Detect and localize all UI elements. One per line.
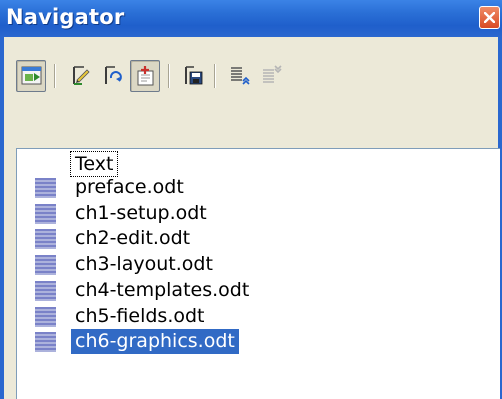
document-icon [35, 332, 56, 352]
root-node[interactable]: Text [17, 149, 500, 177]
list-item[interactable]: ch3-layout.odt [17, 252, 500, 277]
list-item[interactable]: ch4-templates.odt [17, 278, 500, 303]
close-icon [484, 12, 495, 23]
save-contents-icon [185, 66, 203, 85]
move-down-button[interactable] [256, 60, 286, 92]
list-item[interactable]: ch5-fields.odt [17, 304, 500, 329]
move-up-button[interactable] [224, 60, 254, 92]
navigator-content-list[interactable]: Text preface.odt ch1-setup.odt ch2-edit.od… [16, 148, 500, 399]
navigator-toolbar [16, 60, 436, 94]
document-icon [35, 306, 56, 327]
list-item-label: ch1-setup.odt [75, 201, 207, 224]
list-item-label: ch6-graphics.odt [71, 329, 239, 355]
update-icon [105, 66, 122, 84]
move-down-icon [263, 65, 282, 83]
root-label: Text [69, 151, 119, 177]
document-icon [35, 229, 56, 249]
document-icon [35, 281, 56, 301]
move-up-icon [231, 67, 250, 85]
list-item-label: ch5-fields.odt [75, 304, 205, 327]
toolbar-separator [54, 64, 55, 88]
edit-button[interactable] [66, 60, 96, 92]
toolbar-separator [168, 64, 169, 88]
list-item[interactable]: ch2-edit.odt [17, 226, 500, 251]
insert-button[interactable] [130, 60, 160, 92]
toolbar-separator [214, 64, 215, 88]
list-item[interactable]: ch1-setup.odt [17, 201, 500, 226]
list-item-label: preface.odt [75, 176, 184, 198]
insert-icon [137, 66, 154, 86]
document-icon [35, 204, 56, 224]
document-icon [35, 178, 56, 198]
list-item-label: ch4-templates.odt [75, 278, 250, 301]
edit-icon [73, 66, 90, 85]
list-item[interactable]: preface.odt [17, 175, 500, 200]
toggle-icon [21, 66, 42, 85]
list-item-label: ch3-layout.odt [75, 253, 213, 276]
toggle-button[interactable] [16, 60, 46, 92]
list-item[interactable]: ch6-graphics.odt [17, 329, 500, 355]
window-title: Navigator [6, 5, 125, 29]
list-item-label: ch2-edit.odt [75, 227, 191, 250]
update-button[interactable] [98, 60, 128, 92]
save-contents-button[interactable] [178, 60, 208, 92]
window-frame-left [0, 37, 4, 399]
close-button[interactable] [479, 6, 500, 29]
title-bar[interactable]: Navigator [0, 0, 502, 37]
document-icon [35, 255, 56, 275]
